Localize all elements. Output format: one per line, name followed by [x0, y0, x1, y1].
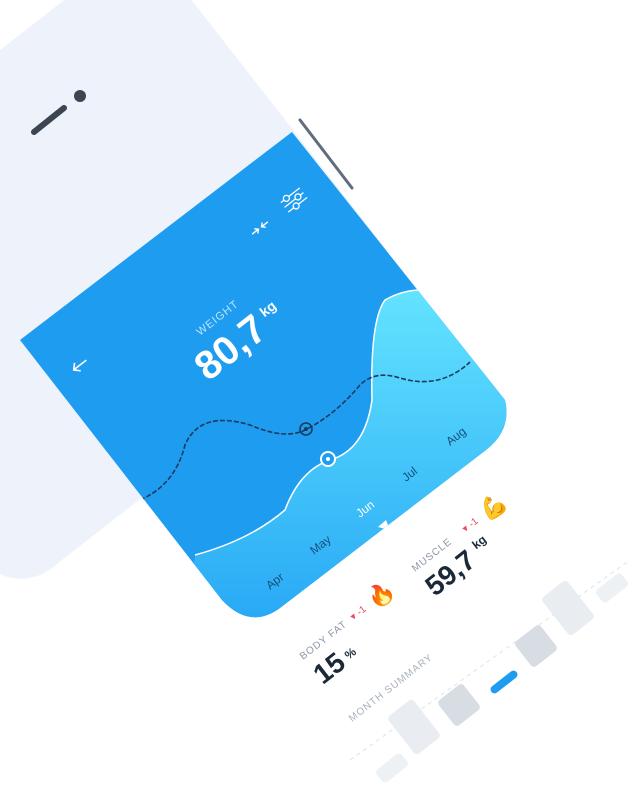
phone-mockup: WEIGHT 80,7 kg Apr May Jun Jul Aug MUSCL… — [0, 0, 640, 793]
chart-point-primary-center — [326, 457, 330, 461]
app-stage: WEIGHT 80,7 kg Apr May Jun Jul Aug MUSCL… — [0, 0, 641, 793]
chart-point-secondary-center — [304, 427, 308, 431]
front-camera — [74, 90, 86, 102]
